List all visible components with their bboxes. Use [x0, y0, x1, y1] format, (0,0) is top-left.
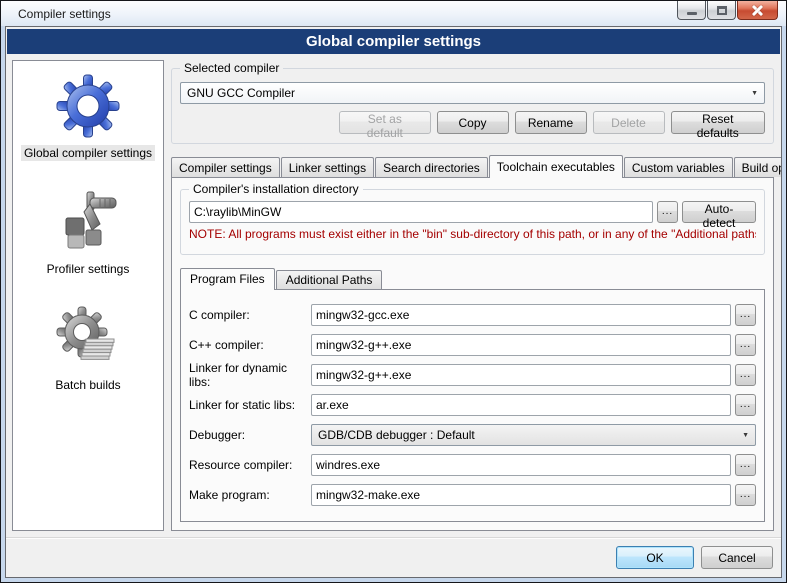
- installation-directory-browse-button[interactable]: ...: [657, 201, 678, 223]
- page-title: Global compiler settings: [7, 29, 780, 54]
- compiler-buttons-row: Set as default Copy Rename Delete Reset …: [180, 111, 765, 134]
- field-row-c-compiler: C compiler: ...: [189, 304, 756, 326]
- resource-compiler-browse-button[interactable]: ...: [735, 454, 756, 476]
- field-label: Make program:: [189, 488, 311, 502]
- dialog-footer: OK Cancel: [6, 537, 781, 577]
- cpp-compiler-browse-button[interactable]: ...: [735, 334, 756, 356]
- window-title: Compiler settings: [18, 7, 111, 21]
- set-as-default-button[interactable]: Set as default: [339, 111, 430, 134]
- spacer: [180, 111, 333, 134]
- debugger-select[interactable]: GDB/CDB debugger : Default ▼: [311, 424, 756, 446]
- close-button[interactable]: [737, 1, 778, 20]
- batch-builds-gear-icon: [56, 306, 120, 370]
- tab-search-directories[interactable]: Search directories: [375, 157, 488, 177]
- debugger-select-value: GDB/CDB debugger : Default: [318, 428, 736, 442]
- compiler-select-value: GNU GCC Compiler: [187, 86, 745, 100]
- static-linker-input[interactable]: [311, 394, 731, 416]
- dialog-content: Global compiler settings: [5, 26, 782, 578]
- tab-strip: Compiler settings Linker settings Search…: [171, 154, 774, 177]
- dynamic-linker-browse-button[interactable]: ...: [735, 364, 756, 386]
- close-icon: [751, 4, 764, 17]
- tab-build-options[interactable]: Build options: [734, 157, 782, 177]
- window-frame: Global compiler settings: [1, 26, 786, 582]
- chevron-down-icon: ▼: [742, 432, 749, 439]
- field-label: C++ compiler:: [189, 338, 311, 352]
- installation-directory-group-label: Compiler's installation directory: [189, 182, 363, 196]
- field-row-static-linker: Linker for static libs: ...: [189, 394, 756, 416]
- field-label: Linker for dynamic libs:: [189, 361, 311, 389]
- settings-pane: Selected compiler GNU GCC Compiler ▼ Set…: [171, 59, 774, 537]
- subtab-additional-paths[interactable]: Additional Paths: [276, 270, 383, 289]
- installation-directory-row: ... Auto-detect: [189, 201, 756, 223]
- tab-toolchain-executables[interactable]: Toolchain executables: [489, 155, 623, 178]
- reset-defaults-button[interactable]: Reset defaults: [671, 111, 766, 134]
- installation-note: NOTE: All programs must exist either in …: [189, 227, 756, 241]
- dynamic-linker-input[interactable]: [311, 364, 731, 386]
- main-area: Global compiler settings: [6, 54, 781, 537]
- ok-button[interactable]: OK: [616, 546, 694, 569]
- minimize-icon: [687, 12, 697, 15]
- tab-linker-settings[interactable]: Linker settings: [281, 157, 374, 177]
- delete-button[interactable]: Delete: [593, 111, 665, 134]
- minimize-button[interactable]: [677, 1, 706, 20]
- field-row-make-program: Make program: ...: [189, 484, 756, 506]
- program-files-panel: C compiler: ... C++ compiler:: [180, 289, 765, 522]
- chevron-down-icon: ▼: [751, 90, 758, 97]
- cpp-compiler-input[interactable]: [311, 334, 731, 356]
- sidebar-item-label: Batch builds: [52, 377, 123, 393]
- sidebar-item-batch-builds[interactable]: Batch builds: [52, 306, 123, 393]
- selected-compiler-group-label: Selected compiler: [180, 61, 283, 75]
- field-label: Debugger:: [189, 428, 311, 442]
- sub-tab-strip: Program Files Additional Paths: [180, 267, 765, 289]
- make-program-browse-button[interactable]: ...: [735, 484, 756, 506]
- field-label: Linker for static libs:: [189, 398, 311, 412]
- tab-compiler-settings[interactable]: Compiler settings: [171, 157, 280, 177]
- resource-compiler-input[interactable]: [311, 454, 731, 476]
- sidebar-item-global-compiler-settings[interactable]: Global compiler settings: [21, 74, 155, 161]
- compiler-settings-window: Compiler settings Global compiler settin…: [0, 0, 787, 583]
- copy-button[interactable]: Copy: [437, 111, 509, 134]
- tab-custom-variables[interactable]: Custom variables: [624, 157, 733, 177]
- blue-gear-icon: [56, 74, 120, 138]
- auto-detect-button[interactable]: Auto-detect: [682, 201, 756, 223]
- titlebar[interactable]: Compiler settings: [1, 1, 786, 26]
- subtab-program-files[interactable]: Program Files: [180, 268, 275, 290]
- field-row-dynamic-linker: Linker for dynamic libs: ...: [189, 364, 756, 386]
- installation-directory-group: Compiler's installation directory ... Au…: [180, 189, 765, 255]
- sidebar-item-label: Global compiler settings: [21, 145, 155, 161]
- sidebar-item-profiler-settings[interactable]: Profiler settings: [44, 190, 133, 277]
- static-linker-browse-button[interactable]: ...: [735, 394, 756, 416]
- make-program-input[interactable]: [311, 484, 731, 506]
- c-compiler-browse-button[interactable]: ...: [735, 304, 756, 326]
- c-compiler-input[interactable]: [311, 304, 731, 326]
- profiler-caliper-icon: [56, 190, 120, 254]
- cancel-button[interactable]: Cancel: [701, 546, 773, 569]
- field-row-debugger: Debugger: GDB/CDB debugger : Default ▼: [189, 424, 756, 446]
- sidebar: Global compiler settings: [12, 60, 164, 531]
- toolchain-executables-panel: Compiler's installation directory ... Au…: [171, 177, 774, 531]
- rename-button[interactable]: Rename: [515, 111, 587, 134]
- window-controls: [676, 1, 778, 20]
- field-row-resource-compiler: Resource compiler: ...: [189, 454, 756, 476]
- compiler-select[interactable]: GNU GCC Compiler ▼: [180, 82, 765, 104]
- sidebar-item-label: Profiler settings: [44, 261, 133, 277]
- maximize-icon: [717, 6, 727, 15]
- field-row-cpp-compiler: C++ compiler: ...: [189, 334, 756, 356]
- selected-compiler-group: Selected compiler GNU GCC Compiler ▼ Set…: [171, 68, 774, 144]
- field-label: Resource compiler:: [189, 458, 311, 472]
- field-label: C compiler:: [189, 308, 311, 322]
- installation-directory-input[interactable]: [189, 201, 653, 223]
- maximize-button[interactable]: [707, 1, 736, 20]
